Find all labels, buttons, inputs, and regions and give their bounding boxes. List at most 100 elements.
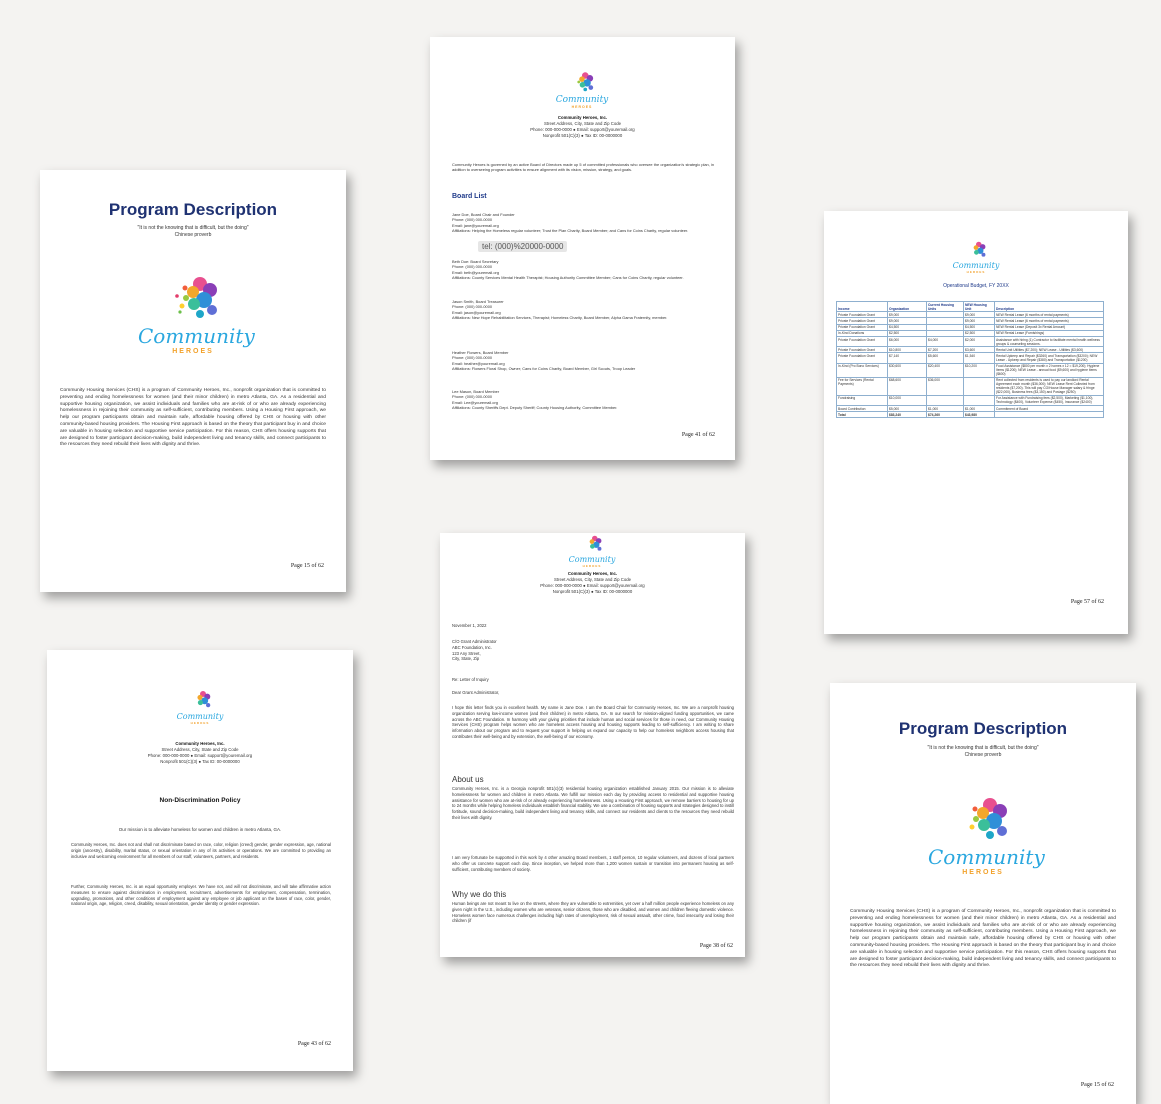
why-heading: Why we do this <box>452 890 507 899</box>
org-header: Community Heroes, Inc. Street Address, C… <box>440 571 745 595</box>
board-entry: Jane Doe, Board Chair and Founder Phone:… <box>452 212 689 234</box>
budget-cell: Fee for Services (Rental Payments) <box>836 376 888 396</box>
budget-cell: $10,000 <box>887 394 927 407</box>
budget-cell: $83,240 <box>887 411 927 419</box>
logo-subtitle: HEROES <box>582 564 602 568</box>
quote-source: Chinese proverb <box>174 232 212 238</box>
program-body: Community Housing Services (CHS) is a pr… <box>850 909 1116 969</box>
board-list-page: Community HEROES Community Heroes, Inc. … <box>430 37 735 460</box>
budget-cell: $68,600 <box>887 376 927 396</box>
budget-cell: $4,000 <box>926 335 964 348</box>
about-us-paragraph: Community Heroes, Inc. is a Georgia nonp… <box>452 786 734 820</box>
budget-cell: $10,200 <box>963 362 995 378</box>
budget-header-row: Income Organization Current Housing Unit… <box>836 300 1104 313</box>
org-address: Street Address, City, State and Zip Code <box>543 121 622 126</box>
letter-of-inquiry-page: Community HEROES Community Heroes, Inc. … <box>440 533 745 957</box>
budget-cell: Private Foundation Grant <box>836 335 888 348</box>
page-title: Program Description <box>108 200 278 219</box>
board-entry: Beth Doe: Board Secretary Phone: (000) 0… <box>452 259 684 281</box>
org-address: Street Address, City, State and Zip Code <box>553 577 632 582</box>
budget-cell: Rent collected from residents is used to… <box>994 376 1104 396</box>
non-discrimination-page: Community HEROES Community Heroes, Inc. … <box>47 650 353 1071</box>
logo-subtitle: HEROES <box>962 869 1004 876</box>
logo-subtitle: HEROES <box>190 721 210 725</box>
community-heroes-logo: Community HEROES <box>946 239 1006 274</box>
letter-recipient: C/O Grant Administrator ABC Foundation, … <box>452 639 497 662</box>
page-number: Page 15 of 62 <box>290 563 324 569</box>
budget-cell: $74,260 <box>926 411 964 419</box>
about-us-heading: About us <box>452 775 484 784</box>
budget-cell: Private Foundation Grant <box>836 352 888 364</box>
budget-cell: Fundraising <box>836 394 888 407</box>
org-header: Community Heroes, Inc. Street Address, C… <box>430 115 735 139</box>
letter-paragraph-3: I am very fortunate be supported in this… <box>452 855 734 872</box>
org-contact: Phone: 000-000-0000 ● Email: support@you… <box>147 753 253 758</box>
head-logo-icon <box>589 535 602 551</box>
budget-cell <box>926 394 964 407</box>
board-entry: Heather Flowers, Board Member Phone: (00… <box>452 350 636 372</box>
policy-mission: Our mission is to alleviate homeless for… <box>118 827 282 832</box>
quote: "It is not the knowing that is difficult… <box>137 225 249 231</box>
program-body: Community Housing Services (CHS) is a pr… <box>60 388 326 448</box>
budget-cell: $6,000 <box>887 335 927 348</box>
policy-title: Non-Discrimination Policy <box>159 797 241 804</box>
board-entry: Lee Mason, Board Member Phone: (000) 000… <box>452 389 618 411</box>
community-heroes-logo: Community HEROES <box>928 791 1045 876</box>
budget-cell: $2,000 <box>963 335 995 348</box>
page-title: Program Description <box>898 719 1068 738</box>
program-description-page-1: Program Description "It is not the knowi… <box>40 170 346 592</box>
org-name: Community Heroes, Inc. <box>557 115 608 120</box>
budget-cell: $30,600 <box>887 362 927 378</box>
program-description-page-2: Program Description "It is not the knowi… <box>830 683 1136 1104</box>
page-number: Page 43 of 62 <box>297 1041 331 1047</box>
org-address: Street Address, City, State and Zip Code <box>161 747 239 752</box>
budget-cell <box>994 411 1104 419</box>
head-logo-icon <box>175 277 217 318</box>
org-contact: Phone: 000-000-0000 ● Email: support@you… <box>540 583 645 588</box>
budget-row: Private Foundation Grant $6,000 $4,000 $2,0… <box>836 335 1104 348</box>
community-heroes-logo: Community HEROES <box>552 69 612 109</box>
community-heroes-logo: Community HEROES <box>170 688 230 725</box>
budget-cell: $7,140 <box>887 352 927 364</box>
budget-cell: In-Kind (Pro Bono Services) <box>836 362 888 378</box>
budget-title: Operational Budget, FY 20XX <box>943 283 1009 289</box>
budget-body: Private Foundation Grant $9,000 $9,000 NEW … <box>836 311 1104 419</box>
org-contact: Phone: 000-000-0000 ● Email: support@you… <box>530 127 635 132</box>
page-number: Page 41 of 62 <box>681 432 715 438</box>
logo-wordmark: Community <box>928 845 1045 869</box>
head-logo-icon <box>973 241 986 257</box>
policy-paragraph-1: Community Heroes, Inc. does not and shal… <box>71 842 331 859</box>
head-logo-icon <box>969 798 1007 839</box>
logo-wordmark: Community <box>176 712 224 721</box>
budget-cell: Rental Upkeep and Repair ($3260) and Tra… <box>994 352 1104 364</box>
logo-subtitle: HEROES <box>571 105 593 109</box>
logo-subtitle: HEROES <box>172 348 214 355</box>
budget-cell: Food Assistance ($800 per month x 2 home… <box>994 362 1104 378</box>
page-number: Page 38 of 62 <box>699 943 733 949</box>
board-intro: Community Heroes is governed by an activ… <box>452 162 714 173</box>
org-name: Community Heroes, Inc. <box>175 741 225 746</box>
budget-cell: $20,400 <box>926 362 964 378</box>
budget-cell <box>963 394 995 407</box>
policy-paragraph-2: Further, Community Heroes, Inc. is an eq… <box>71 884 331 907</box>
letter-salutation: Dear Grant Administrator, <box>452 690 500 695</box>
letter-re: Re: Letter of Inquiry <box>452 677 489 682</box>
logo-wordmark: Community <box>952 261 1000 270</box>
budget-cell: $43,980 <box>963 411 995 419</box>
quote-source: Chinese proverb <box>964 752 1002 758</box>
board-entry: Jason Smith, Board Treasurer Phone: (000… <box>452 299 668 321</box>
budget-cell: Assistance with hiring (1) Contractor to… <box>994 335 1104 348</box>
logo-wordmark: Community <box>138 324 255 348</box>
org-tax: Nonprofit 501(C)(3) ● Tax ID: 00-0000000 <box>552 589 633 594</box>
page-number: Page 15 of 62 <box>1080 1082 1114 1088</box>
budget-cell: $36,000 <box>926 376 964 396</box>
why-paragraph: Human beings are not meant to live on th… <box>452 901 734 924</box>
head-logo-icon <box>577 72 594 92</box>
org-header: Community Heroes, Inc. Street Address, C… <box>47 741 353 765</box>
budget-row: Fundraising $10,000 For Assistance with Fu… <box>836 394 1104 407</box>
community-heroes-logo: Community HEROES <box>138 270 255 355</box>
budget-cell <box>963 376 995 396</box>
budget-row: Fee for Services (Rental Payments) $68,60… <box>836 376 1104 396</box>
letter-date: November 1, 2022 <box>452 623 487 628</box>
page-number: Page 57 of 62 <box>1070 599 1104 605</box>
